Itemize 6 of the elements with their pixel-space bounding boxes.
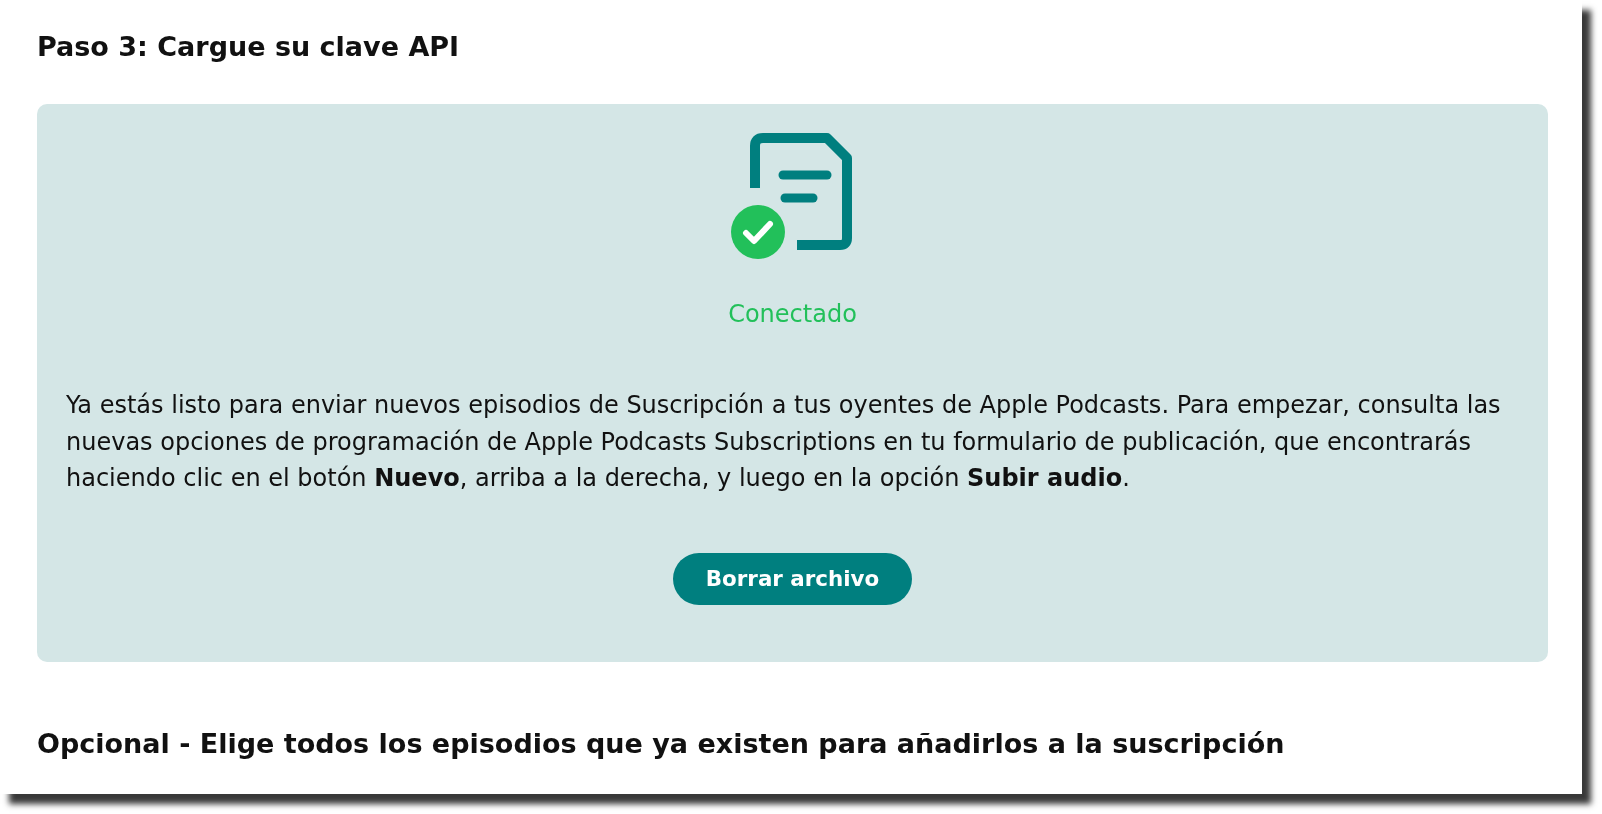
- optional-heading: Opcional - Elige todos los episodios que ya existen para añadirlos a la suscripción: [37, 726, 1285, 761]
- status-label: Conectado: [728, 299, 857, 329]
- delete-file-button[interactable]: Borrar archivo: [672, 552, 913, 605]
- status-message: Ya estás listo para enviar nuevos episodios de Suscripción a tus oyentes de Apple Podcasts. Para empezar, consulta las nuevas opciones de programación de Apple Podcasts Subscriptions en tu formulario de publicación, que encontrarás haciendo clic en el botón Nuevo, arriba a la derecha, y luego en la opción Subir audio.: [66, 390, 1502, 494]
- document-check-icon: [730, 130, 855, 260]
- step-heading: Paso 3: Cargue su clave API: [37, 30, 460, 64]
